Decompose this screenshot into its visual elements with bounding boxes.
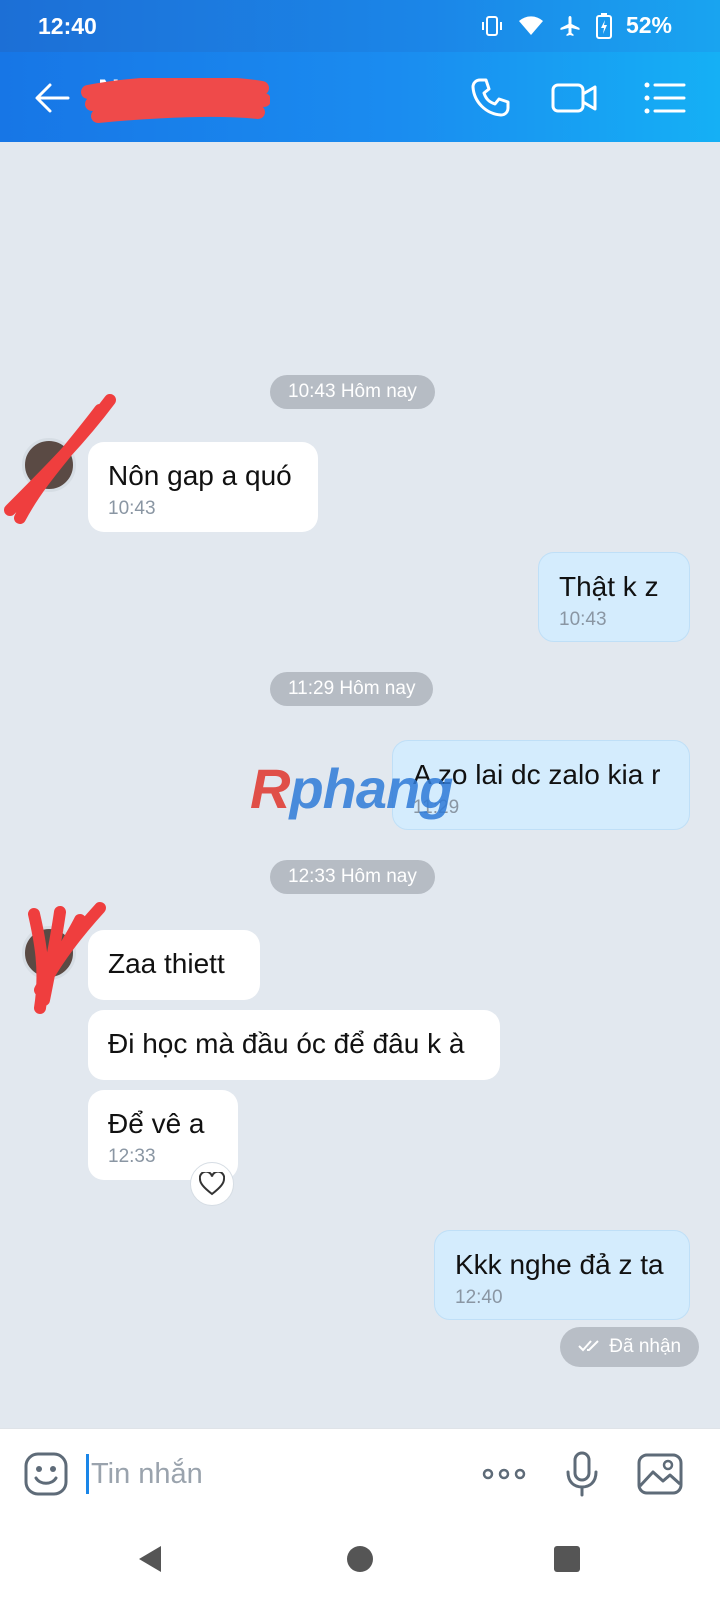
redaction-scribble <box>81 78 270 123</box>
message-input-placeholder: Tin nhắn <box>91 1457 203 1490</box>
battery-level: 52% <box>625 12 672 38</box>
emoji-sticker-icon[interactable] <box>22 1450 70 1498</box>
delivery-status-badge: Đã nhận <box>560 1327 700 1367</box>
status-time: 12:40 <box>38 13 97 39</box>
status-bar: 12:40 52% <box>0 0 720 52</box>
phone-call-icon[interactable] <box>466 74 514 122</box>
message-text: Nôn gap a quó <box>108 460 292 491</box>
chat-area[interactable]: 10:43 Hôm nay Nôn gap a quó 10:43 Thật k… <box>0 142 720 1428</box>
message-bubble-incoming[interactable]: Zaa thiett <box>88 930 260 1000</box>
heart-icon <box>199 1172 225 1196</box>
gallery-image-icon[interactable] <box>636 1450 684 1498</box>
chat-header: Ngọc Hà <box>0 52 720 142</box>
message-input[interactable]: Tin nhắn <box>86 1449 466 1499</box>
message-text: Zaa thiett <box>108 948 225 979</box>
nav-back-icon[interactable] <box>133 1542 167 1576</box>
nav-recents-icon[interactable] <box>550 1542 584 1576</box>
message-bubble-incoming[interactable]: Nôn gap a quó 10:43 <box>88 442 318 532</box>
delivery-status-text: Đã nhận <box>609 1336 682 1357</box>
more-options-icon[interactable] <box>480 1450 528 1498</box>
message-bubble-outgoing[interactable]: Kkk nghe đả z ta 12:40 <box>434 1230 690 1320</box>
message-text: Thật k z <box>559 571 659 602</box>
airplane-icon <box>560 15 580 36</box>
video-call-icon[interactable] <box>550 74 598 122</box>
message-time: 12:40 <box>455 1287 503 1308</box>
message-text: Kkk nghe đả z ta <box>455 1249 664 1280</box>
menu-list-icon[interactable] <box>640 74 688 122</box>
nav-home-icon[interactable] <box>343 1542 377 1576</box>
wifi-icon <box>518 15 543 35</box>
contact-avatar[interactable] <box>22 926 76 980</box>
status-icons: 52% <box>480 12 672 39</box>
date-separator: 12:33 Hôm nay <box>270 860 435 894</box>
message-text: Đi học mà đầu óc để đâu k à <box>108 1028 465 1059</box>
watermark-logo: Rphang <box>250 757 453 820</box>
date-separator: 11:29 Hôm nay <box>270 672 434 706</box>
date-separator: 10:43 Hôm nay <box>270 375 435 409</box>
text-cursor <box>86 1454 89 1494</box>
back-arrow-icon[interactable] <box>30 76 74 120</box>
message-bubble-incoming[interactable]: Đi học mà đầu óc để đâu k à <box>88 1010 500 1080</box>
message-input-bar: Tin nhắn <box>0 1428 720 1518</box>
battery-icon <box>595 12 612 39</box>
vibrate-icon <box>481 15 502 36</box>
system-nav-bar <box>0 1518 720 1600</box>
message-time: 10:43 <box>108 498 156 519</box>
microphone-icon[interactable] <box>558 1450 606 1498</box>
message-bubble-outgoing[interactable]: Thật k z 10:43 <box>538 552 690 642</box>
double-check-icon <box>578 1340 599 1352</box>
message-text: Để vê a <box>108 1108 205 1139</box>
contact-avatar[interactable] <box>22 438 76 492</box>
message-time: 10:43 <box>559 609 607 630</box>
react-heart-button[interactable] <box>190 1162 234 1206</box>
